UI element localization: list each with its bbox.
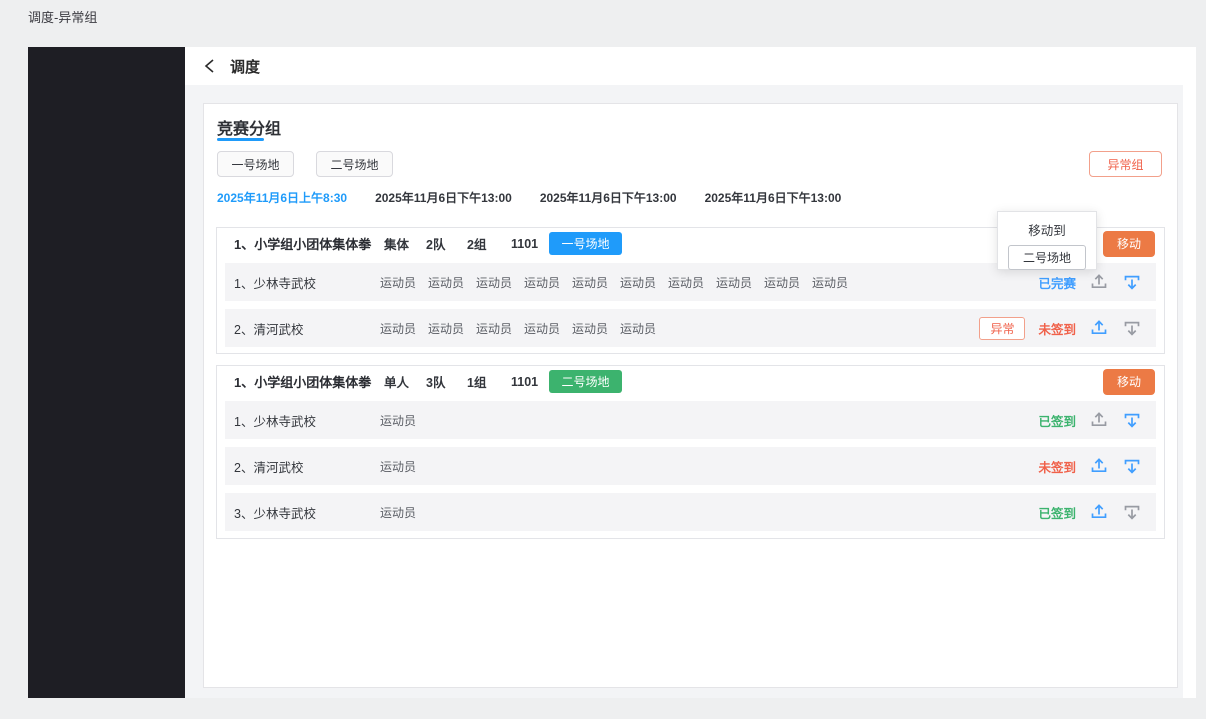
- athlete-label[interactable]: 运动员: [620, 274, 668, 291]
- group-code: 1101: [511, 237, 546, 251]
- athlete-label[interactable]: 运动员: [380, 320, 428, 337]
- abnormal-group-button[interactable]: 异常组: [1089, 151, 1162, 177]
- venue-badge: 一号场地: [549, 232, 622, 255]
- main-panel: 竞赛分组 一号场地 二号场地 异常组 2025年11月6日上午8:30 2025…: [203, 103, 1178, 688]
- athlete-label[interactable]: 运动员: [380, 504, 428, 521]
- section-title: 竞赛分组: [217, 115, 281, 139]
- athlete-label[interactable]: 运动员: [524, 320, 572, 337]
- athlete-label[interactable]: 运动员: [380, 458, 428, 475]
- check-out-icon[interactable]: [1122, 410, 1142, 430]
- athlete-label[interactable]: 运动员: [428, 274, 476, 291]
- move-button[interactable]: 移动: [1103, 231, 1155, 257]
- team-name: 3、少林寺武校: [234, 503, 380, 522]
- move-button[interactable]: 移动: [1103, 369, 1155, 395]
- sign-in-icon[interactable]: [1089, 456, 1109, 476]
- athlete-label[interactable]: 运动员: [572, 320, 620, 337]
- athlete-label[interactable]: 运动员: [668, 274, 716, 291]
- venue-filter-1[interactable]: 一号场地: [217, 151, 294, 177]
- page-header: 调度: [185, 47, 1183, 85]
- check-out-icon[interactable]: [1122, 272, 1142, 292]
- app-frame: 调度 竞赛分组 一号场地 二号场地 异常组 2025年11月6日上午8:30 2…: [28, 47, 1196, 698]
- date-tabs: 2025年11月6日上午8:30 2025年11月6日下午13:00 2025年…: [217, 189, 841, 206]
- sign-in-icon[interactable]: [1089, 502, 1109, 522]
- sign-in-icon[interactable]: [1089, 272, 1109, 292]
- team-name: 1、少林寺武校: [234, 273, 380, 292]
- athlete-label[interactable]: 运动员: [380, 274, 428, 291]
- status-badge: 未签到: [1038, 319, 1076, 338]
- group-count: 2组: [467, 234, 511, 253]
- team-row: 2、清河武校 运动员 运动员 运动员 运动员 运动员 运动员 异常 未签到: [225, 309, 1156, 347]
- group-type: 集体: [384, 234, 426, 253]
- team-name: 2、清河武校: [234, 319, 380, 338]
- sign-in-icon[interactable]: [1089, 410, 1109, 430]
- venue-badge: 二号场地: [549, 370, 622, 393]
- move-to-popover: 移动到 二号场地: [997, 211, 1097, 270]
- athlete-list: 运动员: [380, 412, 428, 429]
- athlete-label[interactable]: 运动员: [476, 320, 524, 337]
- group-teams: 2队: [426, 234, 467, 253]
- abnormal-badge[interactable]: 异常: [979, 317, 1025, 340]
- athlete-label[interactable]: 运动员: [476, 274, 524, 291]
- date-tab[interactable]: 2025年11月6日下午13:00: [705, 189, 842, 206]
- page-title: 调度: [230, 56, 260, 77]
- athlete-label[interactable]: 运动员: [572, 274, 620, 291]
- venue-filter-2[interactable]: 二号场地: [316, 151, 393, 177]
- team-name: 1、少林寺武校: [234, 411, 380, 430]
- athlete-label[interactable]: 运动员: [428, 320, 476, 337]
- date-tab-active[interactable]: 2025年11月6日上午8:30: [217, 189, 347, 206]
- athlete-label[interactable]: 运动员: [380, 412, 428, 429]
- team-row: 3、少林寺武校 运动员 已签到: [225, 493, 1156, 531]
- status-badge: 已完赛: [1038, 273, 1076, 292]
- group-card-2: 1、小学组小团体集体拳 单人 3队 1组 1101 二号场地 移动 1、少林寺武…: [216, 365, 1165, 539]
- group-type: 单人: [384, 372, 426, 391]
- date-tab[interactable]: 2025年11月6日下午13:00: [540, 189, 677, 206]
- popover-option-venue-2[interactable]: 二号场地: [1008, 245, 1086, 270]
- team-name: 2、清河武校: [234, 457, 380, 476]
- athlete-list: 运动员: [380, 504, 428, 521]
- athlete-list: 运动员 运动员 运动员 运动员 运动员 运动员: [380, 320, 668, 337]
- check-out-icon[interactable]: [1122, 318, 1142, 338]
- status-badge: 已签到: [1038, 411, 1076, 430]
- scrollbar-track[interactable]: [1183, 47, 1196, 698]
- group-teams: 3队: [426, 372, 467, 391]
- status-badge: 已签到: [1038, 503, 1076, 522]
- athlete-list: 运动员 运动员 运动员 运动员 运动员 运动员 运动员 运动员 运动员 运动员: [380, 274, 860, 291]
- athlete-list: 运动员: [380, 458, 428, 475]
- group-code: 1101: [511, 375, 546, 389]
- back-icon[interactable]: [203, 58, 218, 74]
- sign-in-icon[interactable]: [1089, 318, 1109, 338]
- team-row: 2、清河武校 运动员 未签到: [225, 447, 1156, 485]
- athlete-label[interactable]: 运动员: [716, 274, 764, 291]
- team-row: 1、少林寺武校 运动员 已签到: [225, 401, 1156, 439]
- athlete-label[interactable]: 运动员: [524, 274, 572, 291]
- athlete-label[interactable]: 运动员: [620, 320, 668, 337]
- sidebar: [28, 47, 185, 698]
- check-out-icon[interactable]: [1122, 502, 1142, 522]
- group-count: 1组: [467, 372, 511, 391]
- athlete-label[interactable]: 运动员: [812, 274, 860, 291]
- window-title: 调度-异常组: [28, 7, 97, 26]
- group-card-2-header: 1、小学组小团体集体拳 单人 3队 1组 1101 二号场地 移动: [217, 366, 1164, 397]
- section-title-underline: [217, 138, 264, 141]
- date-tab[interactable]: 2025年11月6日下午13:00: [375, 189, 512, 206]
- group-title: 1、小学组小团体集体拳: [234, 372, 384, 391]
- status-badge: 未签到: [1038, 457, 1076, 476]
- popover-title: 移动到: [998, 220, 1096, 239]
- athlete-label[interactable]: 运动员: [764, 274, 812, 291]
- check-out-icon[interactable]: [1122, 456, 1142, 476]
- group-title: 1、小学组小团体集体拳: [234, 234, 384, 253]
